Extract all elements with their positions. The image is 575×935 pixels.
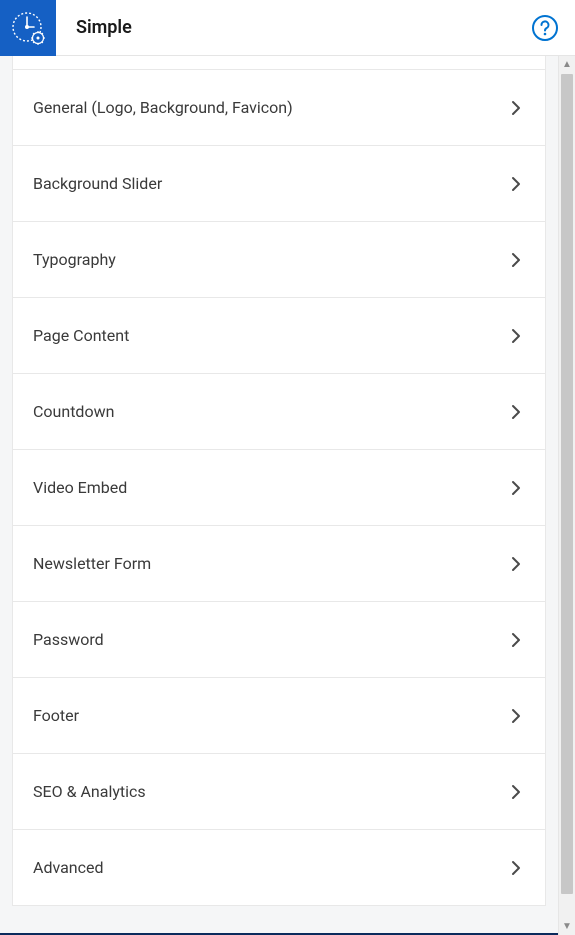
accordion-label: Background Slider — [33, 174, 507, 193]
accordion-item-video-embed[interactable]: Video Embed — [12, 449, 546, 526]
accordion-list: Preloader General (Logo, Background, Fav… — [12, 56, 546, 905]
accordion-item-general[interactable]: General (Logo, Background, Favicon) — [12, 69, 546, 146]
accordion-item-footer[interactable]: Footer — [12, 677, 546, 754]
accordion-label: Newsletter Form — [33, 554, 507, 573]
chevron-right-icon — [507, 251, 525, 269]
accordion-item-newsletter-form[interactable]: Newsletter Form — [12, 525, 546, 602]
accordion-label: Typography — [33, 250, 507, 269]
accordion-item-countdown[interactable]: Countdown — [12, 373, 546, 450]
accordion-container: Preloader General (Logo, Background, Fav… — [12, 56, 546, 935]
accordion-label: Password — [33, 630, 507, 649]
scroll-up-arrow-icon[interactable]: ▲ — [559, 56, 575, 73]
chevron-right-icon — [507, 859, 525, 877]
accordion-item-password[interactable]: Password — [12, 601, 546, 678]
accordion-item-seo-analytics[interactable]: SEO & Analytics — [12, 753, 546, 830]
accordion-label: Footer — [33, 706, 507, 725]
chevron-right-icon — [507, 707, 525, 725]
accordion-label: Video Embed — [33, 478, 507, 497]
accordion-item-advanced[interactable]: Advanced — [12, 829, 546, 906]
scrollbar-thumb[interactable] — [561, 74, 573, 894]
app-icon — [0, 0, 56, 56]
accordion-label: General (Logo, Background, Favicon) — [33, 98, 507, 117]
chevron-right-icon — [507, 555, 525, 573]
accordion-label: Advanced — [33, 858, 507, 877]
chevron-right-icon — [507, 327, 525, 345]
chevron-right-icon — [507, 403, 525, 421]
accordion-label: Countdown — [33, 402, 507, 421]
accordion-item-background-slider[interactable]: Background Slider — [12, 145, 546, 222]
accordion-item-page-content[interactable]: Page Content — [12, 297, 546, 374]
help-icon[interactable] — [531, 14, 559, 42]
accordion-label: SEO & Analytics — [33, 782, 507, 801]
chevron-right-icon — [507, 631, 525, 649]
scrollbar[interactable]: ▲ ▼ — [558, 56, 575, 935]
accordion-item-typography[interactable]: Typography — [12, 221, 546, 298]
chevron-right-icon — [507, 479, 525, 497]
page-title: Simple — [76, 17, 531, 38]
accordion-item-preloader[interactable]: Preloader — [12, 56, 546, 70]
chevron-right-icon — [507, 783, 525, 801]
accordion-label: Page Content — [33, 326, 507, 345]
header: Simple — [0, 0, 575, 56]
chevron-right-icon — [507, 175, 525, 193]
scroll-down-arrow-icon[interactable]: ▼ — [559, 918, 575, 935]
content-area: Preloader General (Logo, Background, Fav… — [0, 56, 575, 935]
chevron-right-icon — [507, 99, 525, 117]
